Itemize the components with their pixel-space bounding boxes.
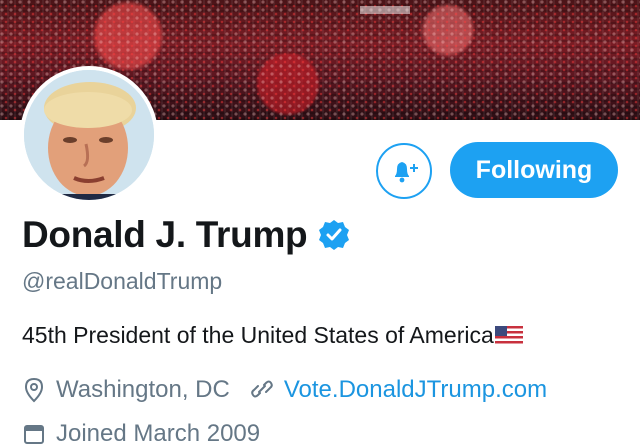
- profile-joined-date: Joined March 2009: [56, 420, 261, 447]
- calendar-icon: [24, 425, 44, 444]
- avatar-portrait: [24, 70, 154, 200]
- profile-avatar[interactable]: [20, 66, 158, 204]
- profile-meta-row: Washington, DC Vote.DonaldJTrump.com: [22, 376, 547, 404]
- display-name: Donald J. Trump: [22, 214, 308, 255]
- profile-bio: 45th President of the United States of A…: [22, 322, 523, 349]
- link-icon: [251, 380, 273, 398]
- profile-joined-row: Joined March 2009: [22, 420, 260, 448]
- following-label: Following: [475, 155, 593, 184]
- profile-website-link[interactable]: Vote.DonaldJTrump.com: [284, 376, 547, 404]
- profile-location: Washington, DC: [56, 376, 230, 403]
- location-pin-icon: [24, 377, 44, 403]
- following-button[interactable]: Following: [450, 142, 618, 198]
- bell-plus-icon: [395, 162, 418, 183]
- us-flag-icon: [494, 325, 523, 346]
- profile-name-row: Donald J. Trump: [22, 214, 351, 256]
- verified-badge-icon: [319, 220, 350, 250]
- profile-handle: @realDonaldTrump: [22, 268, 223, 294]
- notifications-button[interactable]: [376, 143, 432, 199]
- bio-text: 45th President of the United States of A…: [22, 322, 494, 348]
